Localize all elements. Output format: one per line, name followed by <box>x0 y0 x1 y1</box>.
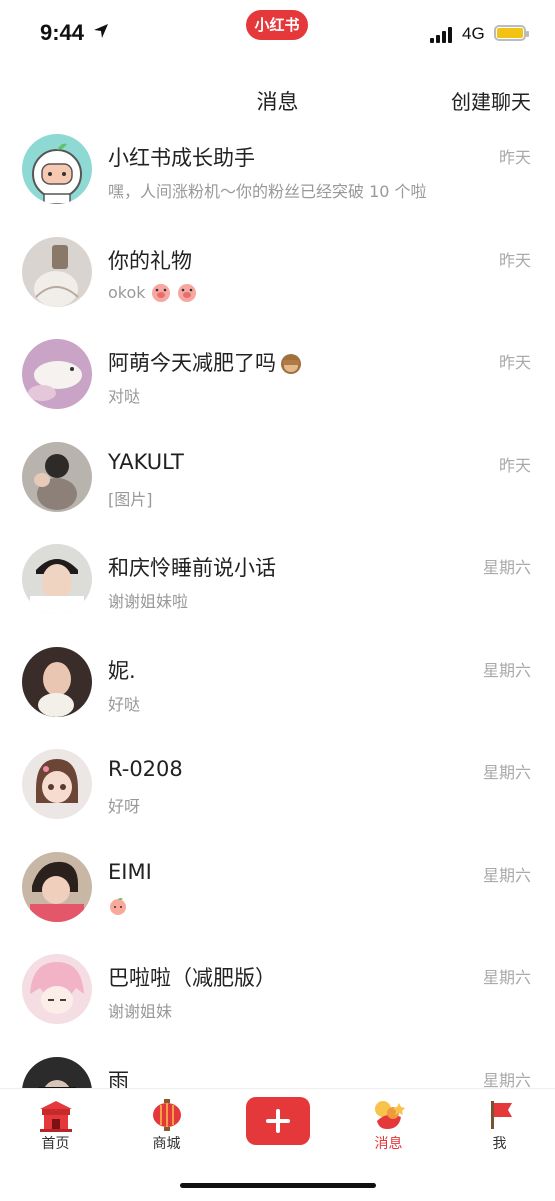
message-time: 昨天 <box>498 455 531 475</box>
tab-messages[interactable]: 消息 <box>333 1089 444 1169</box>
contact-name-text: 阿萌今天减肥了吗 <box>108 351 276 375</box>
message-preview: 嘿，人间涨粉机～你的粉丝已经突破 10 个啦 <box>108 182 427 201</box>
battery-icon <box>494 25 529 41</box>
message-time: 星期六 <box>482 968 531 987</box>
message-time: 昨天 <box>498 148 531 167</box>
contact-name: 雨 <box>108 1068 129 1089</box>
tab-label: 消息 <box>374 1136 403 1152</box>
avatar <box>22 441 92 512</box>
tab-me[interactable]: 我 <box>444 1089 555 1169</box>
avatar <box>22 236 92 307</box>
flag-profile-icon <box>491 1101 512 1129</box>
contact-name: 妮. <box>108 658 136 683</box>
contact-name: 你的礼物 <box>108 248 192 273</box>
avatar <box>22 749 92 819</box>
pig-emoji-icon <box>177 283 196 302</box>
network-type: 4G <box>462 24 485 43</box>
home-indicator <box>180 1183 376 1188</box>
contact-name: R-0208 <box>108 757 183 781</box>
message-time: 昨天 <box>498 250 531 270</box>
contact-name: EIMI <box>108 859 152 884</box>
avatar <box>22 954 92 1024</box>
message-time: 星期六 <box>482 1070 531 1089</box>
message-preview: 谢谢姐妹 <box>108 1002 173 1021</box>
lion-dance-messages-icon <box>375 1101 405 1129</box>
message-time: 星期六 <box>482 558 531 577</box>
contact-name: YAKULT <box>108 449 184 474</box>
message-preview <box>108 896 128 916</box>
contact-name: 小红书成长助手 <box>108 146 255 170</box>
see-no-evil-monkey-icon <box>281 354 301 374</box>
message-time: 星期六 <box>482 660 531 680</box>
publish-button[interactable] <box>246 1097 310 1145</box>
contact-name: 和庆怜睡前说小话 <box>108 556 276 580</box>
conversation-row[interactable]: EIMI 星期六 <box>0 836 555 939</box>
conversation-row[interactable]: 雨 星期六 <box>0 1041 555 1089</box>
message-time: 星期六 <box>482 763 531 782</box>
conversation-row[interactable]: 妮. 好哒 星期六 <box>0 631 555 734</box>
message-preview: 对哒 <box>108 387 141 406</box>
avatar <box>22 339 92 409</box>
avatar <box>22 1056 92 1088</box>
tab-shop[interactable]: 商城 <box>111 1089 222 1169</box>
tab-home[interactable]: 首页 <box>0 1089 111 1169</box>
message-time: 星期六 <box>482 865 531 885</box>
contact-name: 阿萌今天减肥了吗 <box>108 347 302 377</box>
lantern-shop-icon <box>153 1099 181 1131</box>
temple-home-icon <box>40 1101 72 1132</box>
conversation-row[interactable]: 你的礼物 okok 昨天 <box>0 221 555 324</box>
peach-emoji-icon <box>110 897 126 915</box>
app-logo-badge: 小红书 <box>246 10 308 40</box>
contact-name: 巴啦啦（减肥版） <box>108 966 276 990</box>
status-bar: 9:44 小红书 4G <box>0 0 555 70</box>
pig-emoji-icon <box>151 283 170 302</box>
avatar <box>22 646 92 717</box>
conversation-row[interactable]: YAKULT [图片] 昨天 <box>0 426 555 529</box>
avatar <box>22 134 92 204</box>
conversation-row[interactable]: R-0208 好呀 星期六 <box>0 733 555 836</box>
status-time: 9:44 <box>40 20 85 45</box>
conversation-row[interactable]: 小红书成长助手 嘿，人间涨粉机～你的粉丝已经突破 10 个啦 昨天 <box>0 118 555 221</box>
message-preview: 好哒 <box>108 694 141 714</box>
message-time: 昨天 <box>498 353 531 372</box>
conversation-row[interactable]: 阿萌今天减肥了吗 对哒 昨天 <box>0 323 555 426</box>
tab-label: 我 <box>492 1136 507 1152</box>
message-preview: 好呀 <box>108 797 141 816</box>
message-preview: 谢谢姐妹啦 <box>108 592 189 611</box>
cellular-signal-icon <box>430 27 454 43</box>
message-preview: [图片] <box>108 489 153 509</box>
create-chat-button[interactable]: 创建聊天 <box>451 86 531 115</box>
message-preview-text: okok <box>108 282 146 302</box>
avatar <box>22 851 92 922</box>
conversation-row[interactable]: 巴啦啦（减肥版） 谢谢姐妹 星期六 <box>0 938 555 1041</box>
location-arrow-icon <box>94 24 108 38</box>
message-preview: okok <box>108 281 198 303</box>
tab-label: 商城 <box>152 1136 181 1152</box>
tab-label: 首页 <box>41 1136 70 1152</box>
conversation-list[interactable]: 小红书成长助手 嘿，人间涨粉机～你的粉丝已经突破 10 个啦 昨天 你的礼物 o… <box>0 118 555 1088</box>
conversation-row[interactable]: 和庆怜睡前说小话 谢谢姐妹啦 星期六 <box>0 528 555 631</box>
avatar <box>22 544 92 614</box>
